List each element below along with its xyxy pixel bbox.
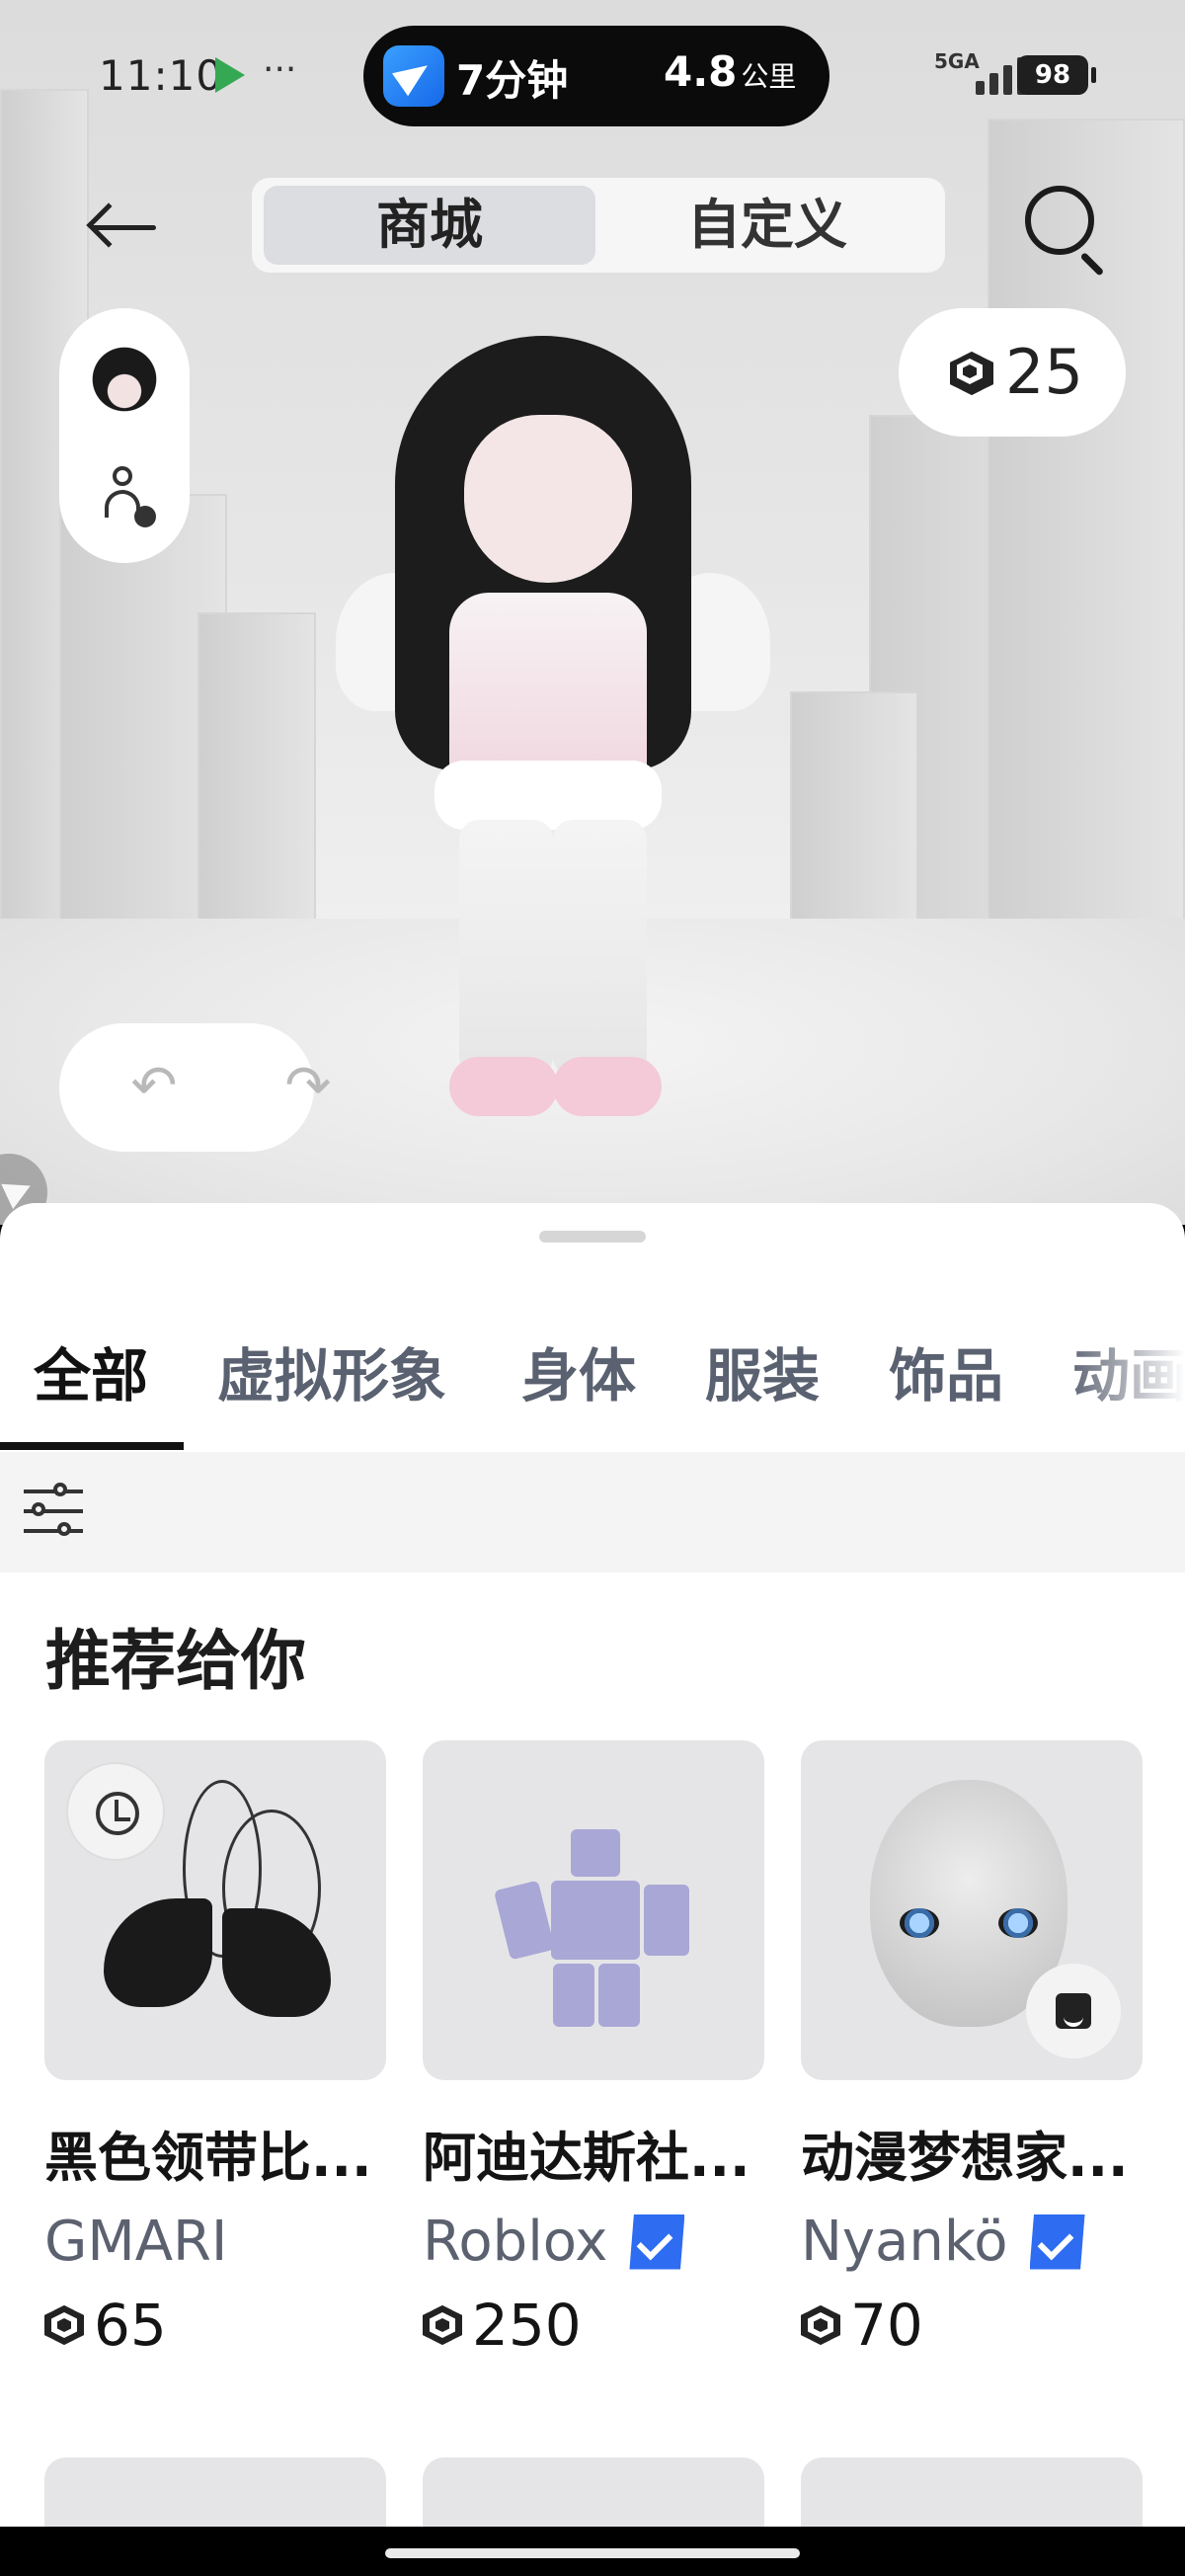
price-value: 250 (472, 2292, 582, 2359)
redo-icon[interactable]: ↷ (278, 1057, 338, 1116)
distance-value: 4.8 (664, 47, 738, 96)
verified-badge-icon (1029, 2214, 1085, 2270)
undo-redo-panel: ↶ ↷ (59, 1023, 331, 1152)
item-name: 黑色领带比... (44, 2127, 372, 2189)
item-price: 65 (44, 2292, 386, 2359)
item-card[interactable]: 黑色领带比... GMARI 65 (44, 1740, 386, 2359)
signal-bar (1003, 65, 1012, 95)
avatar-scene[interactable]: 11:10 ··· 7分钟 4.8 公里 5GA 98 商城 自定义 25 ↶ … (0, 0, 1185, 1225)
item-creator[interactable]: GMARI (44, 2210, 386, 2274)
navigation-pill[interactable]: 7分钟 4.8 公里 (363, 26, 830, 126)
signal-bar (989, 73, 998, 95)
creator-name: Roblox (423, 2210, 608, 2274)
item-price: 250 (423, 2292, 764, 2359)
shoe (449, 1057, 558, 1116)
tab-accessories[interactable]: 饰品 (889, 1329, 1003, 1412)
robux-icon (950, 352, 993, 395)
background-block (198, 612, 316, 928)
leg (459, 820, 553, 1077)
robux-balance: 25 (1005, 336, 1083, 408)
price-value: 65 (94, 2292, 167, 2359)
avatar-figure[interactable] (336, 296, 770, 1146)
avatar-thumbnail[interactable] (81, 330, 168, 429)
back-arrow-shaft (91, 225, 156, 230)
item-creator[interactable]: Nyankö (801, 2210, 1143, 2274)
network-type: 5GA (934, 49, 980, 73)
more-notifications-icon: ··· (263, 49, 297, 90)
undo-icon[interactable]: ↶ (124, 1057, 184, 1116)
play-store-icon (215, 57, 245, 93)
item-thumbnail[interactable] (44, 1740, 386, 2080)
emote-icon (1026, 1964, 1121, 2058)
battery-icon: 98 (1017, 55, 1096, 95)
blocky-avatar-image (493, 1829, 689, 2027)
filter-sliders-icon[interactable] (24, 1482, 83, 1541)
item-card-partial[interactable] (44, 2457, 386, 2527)
robux-icon (423, 2305, 462, 2345)
item-card[interactable]: 动漫梦想家... Nyankö 70 (801, 1740, 1143, 2359)
back-button[interactable] (77, 188, 172, 267)
item-creator[interactable]: Roblox (423, 2210, 764, 2274)
tab-fade (1066, 1302, 1185, 1450)
eta-distance: 4.8 公里 (664, 47, 796, 96)
distance-unit: 公里 (741, 60, 797, 93)
catalog-sheet: 全部 虚拟形象 身体 服装 饰品 动画 推荐给你 黑色 (0, 1203, 1185, 2527)
item-name: 动漫梦想家... (801, 2127, 1129, 2189)
tab-body[interactable]: 身体 (521, 1329, 636, 1412)
robux-icon (44, 2305, 84, 2345)
avatar-settings-icon[interactable] (101, 466, 156, 531)
item-card-partial[interactable] (423, 2457, 764, 2527)
tab-shop[interactable]: 商城 (264, 186, 595, 265)
avatar-side-panel (59, 308, 190, 563)
tab-avatars[interactable]: 虚拟形象 (217, 1329, 446, 1412)
item-name: 阿迪达斯社... (423, 2127, 750, 2189)
sheet-grabber[interactable] (539, 1231, 646, 1243)
mode-segmented-control: 商城 自定义 (252, 178, 945, 273)
status-bar: 11:10 ··· 7分钟 4.8 公里 5GA 98 (0, 0, 1185, 148)
item-price: 70 (801, 2292, 1143, 2359)
robux-balance-button[interactable]: 25 (899, 308, 1126, 437)
creator-name: Nyankö (801, 2210, 1008, 2274)
price-value: 70 (850, 2292, 923, 2359)
robux-icon (801, 2305, 840, 2345)
clock: 11:10 (99, 51, 224, 100)
item-thumbnail[interactable] (423, 1740, 764, 2080)
item-card-partial[interactable] (801, 2457, 1143, 2527)
section-title: 推荐给你 (45, 1623, 306, 1699)
item-card[interactable]: 阿迪达斯社... Roblox 250 (423, 1740, 764, 2359)
navigation-arrow-icon (383, 45, 444, 107)
category-tabs: 全部 虚拟形象 身体 服装 饰品 动画 (0, 1302, 1185, 1450)
tab-all[interactable]: 全部 (34, 1329, 148, 1412)
background-block (790, 691, 918, 948)
verified-badge-icon (629, 2214, 685, 2270)
search-icon (1025, 186, 1094, 255)
clock-icon (66, 1762, 165, 1861)
gear-icon (134, 506, 156, 527)
face (464, 415, 632, 583)
signal-bar (976, 81, 985, 95)
leg (553, 820, 647, 1077)
search-icon-handle (1079, 252, 1105, 277)
person-head (113, 466, 132, 486)
eta-minutes: 7分钟 (456, 56, 569, 105)
home-indicator[interactable] (385, 2548, 800, 2558)
shoe (553, 1057, 662, 1116)
tab-clothing[interactable]: 服装 (705, 1329, 820, 1412)
search-button[interactable] (1017, 178, 1116, 277)
filter-bar (0, 1452, 1185, 1572)
creator-name: GMARI (44, 2210, 228, 2274)
item-thumbnail[interactable] (801, 1740, 1143, 2080)
tab-customize[interactable]: 自定义 (601, 186, 933, 265)
active-tab-indicator (0, 1442, 184, 1450)
